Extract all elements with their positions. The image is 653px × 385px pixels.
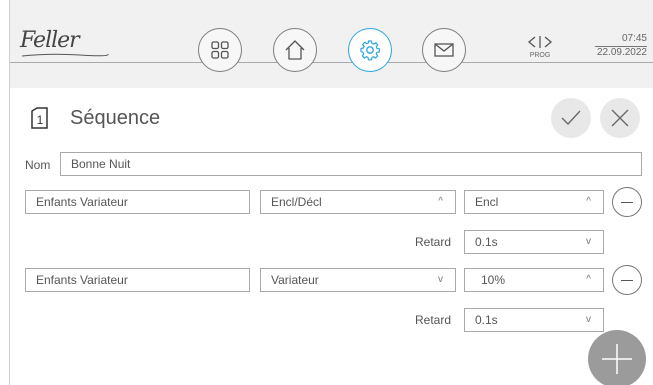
nav-grid-button[interactable] [198,28,242,72]
step2-action-select[interactable]: Variateur v [260,268,456,292]
step1-action-value: Encl/Décl [271,195,322,209]
chevron-up-icon: ^ [438,196,443,207]
gear-icon [360,40,380,61]
grid-icon [211,41,229,59]
step1-action-select[interactable]: Encl/Décl ^ [260,190,456,214]
chevron-down-icon: v [586,236,591,247]
step1-delay-value: 0.1s [475,235,498,249]
page-number-icon: 1 [31,107,48,129]
mail-icon [434,43,454,57]
clock-date: 22.09.2022 [596,47,647,58]
chevron-down-icon: v [438,274,443,285]
prog-label: PROG [529,52,551,59]
confirm-button[interactable] [551,98,591,138]
logo-swash [21,53,109,57]
chevron-up-icon: ^ [586,274,591,285]
step1-target-field[interactable]: Enfants Variateur [25,190,250,214]
step1-delay-label: Retard [415,235,452,249]
step2-delay-label: Retard [415,313,452,327]
chevron-down-icon: v [586,314,591,325]
nav-settings-button[interactable] [348,28,392,72]
step2-value-select[interactable]: 10% ^ [464,268,604,292]
page-number: 1 [37,113,44,127]
step2-action-value: Variateur [271,273,319,287]
home-icon [285,40,305,60]
minus-icon [621,201,633,203]
step1-delay-select[interactable]: 0.1s v [464,230,604,254]
step2-remove-button[interactable] [612,265,642,295]
clock-time: 07:45 [595,33,647,47]
cancel-button[interactable] [600,98,640,138]
nav-messages-button[interactable] [422,28,466,72]
step2-delay-select[interactable]: 0.1s v [464,308,604,332]
step2-delay-value: 0.1s [475,313,498,327]
step1-value-select[interactable]: Encl ^ [464,190,604,214]
check-icon [561,110,581,125]
step2-target-field[interactable]: Enfants Variateur [25,268,250,292]
add-step-button[interactable] [588,330,646,385]
clock: 07:45 22.09.2022 [595,33,647,59]
name-input[interactable]: Bonne Nuit [60,152,642,176]
plus-icon [602,344,632,374]
step1-value-value: Encl [475,195,499,209]
name-label: Nom [25,158,51,172]
step2-value-value: 10% [481,273,506,287]
brand-logo: Feller [20,28,80,53]
prog-arrows-icon [527,36,553,48]
nav-home-button[interactable] [273,28,317,72]
page-title: Séquence [70,107,161,129]
close-icon [611,109,629,127]
step1-remove-button[interactable] [612,187,642,217]
minus-icon [621,279,633,281]
prog-button[interactable]: PROG [522,34,558,64]
chevron-up-icon: ^ [586,196,591,207]
